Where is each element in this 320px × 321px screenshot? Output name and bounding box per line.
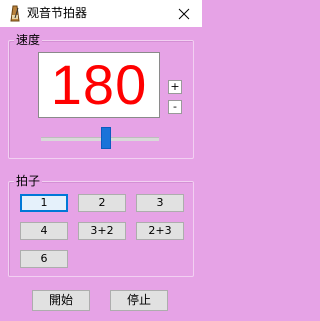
close-button[interactable] (166, 0, 202, 27)
close-icon (178, 8, 190, 19)
tempo-slider-track[interactable] (41, 137, 159, 141)
start-button[interactable]: 開始 (32, 290, 90, 311)
title-bar: 观音节拍器 (0, 0, 202, 27)
beat-group-label: 拍子 (14, 174, 43, 188)
window-title: 观音节拍器 (27, 6, 88, 20)
beat-option-3[interactable]: 3 (136, 194, 184, 212)
metronome-icon (10, 5, 20, 22)
beat-option-3-2[interactable]: 3+2 (78, 222, 126, 240)
tempo-decrease-button[interactable]: - (168, 100, 182, 114)
beat-option-4[interactable]: 4 (20, 222, 68, 240)
beat-option-6[interactable]: 6 (20, 250, 68, 268)
tempo-group-label: 速度 (14, 33, 43, 47)
beat-option-2[interactable]: 2 (78, 194, 126, 212)
beat-option-2-3[interactable]: 2+3 (136, 222, 184, 240)
tempo-slider-thumb[interactable] (101, 127, 111, 149)
tempo-increase-button[interactable]: + (168, 80, 182, 94)
tempo-value: 180 (50, 53, 148, 116)
beat-option-1[interactable]: 1 (20, 194, 68, 212)
tempo-display: 180 (38, 52, 160, 118)
stop-button[interactable]: 停止 (110, 290, 168, 311)
